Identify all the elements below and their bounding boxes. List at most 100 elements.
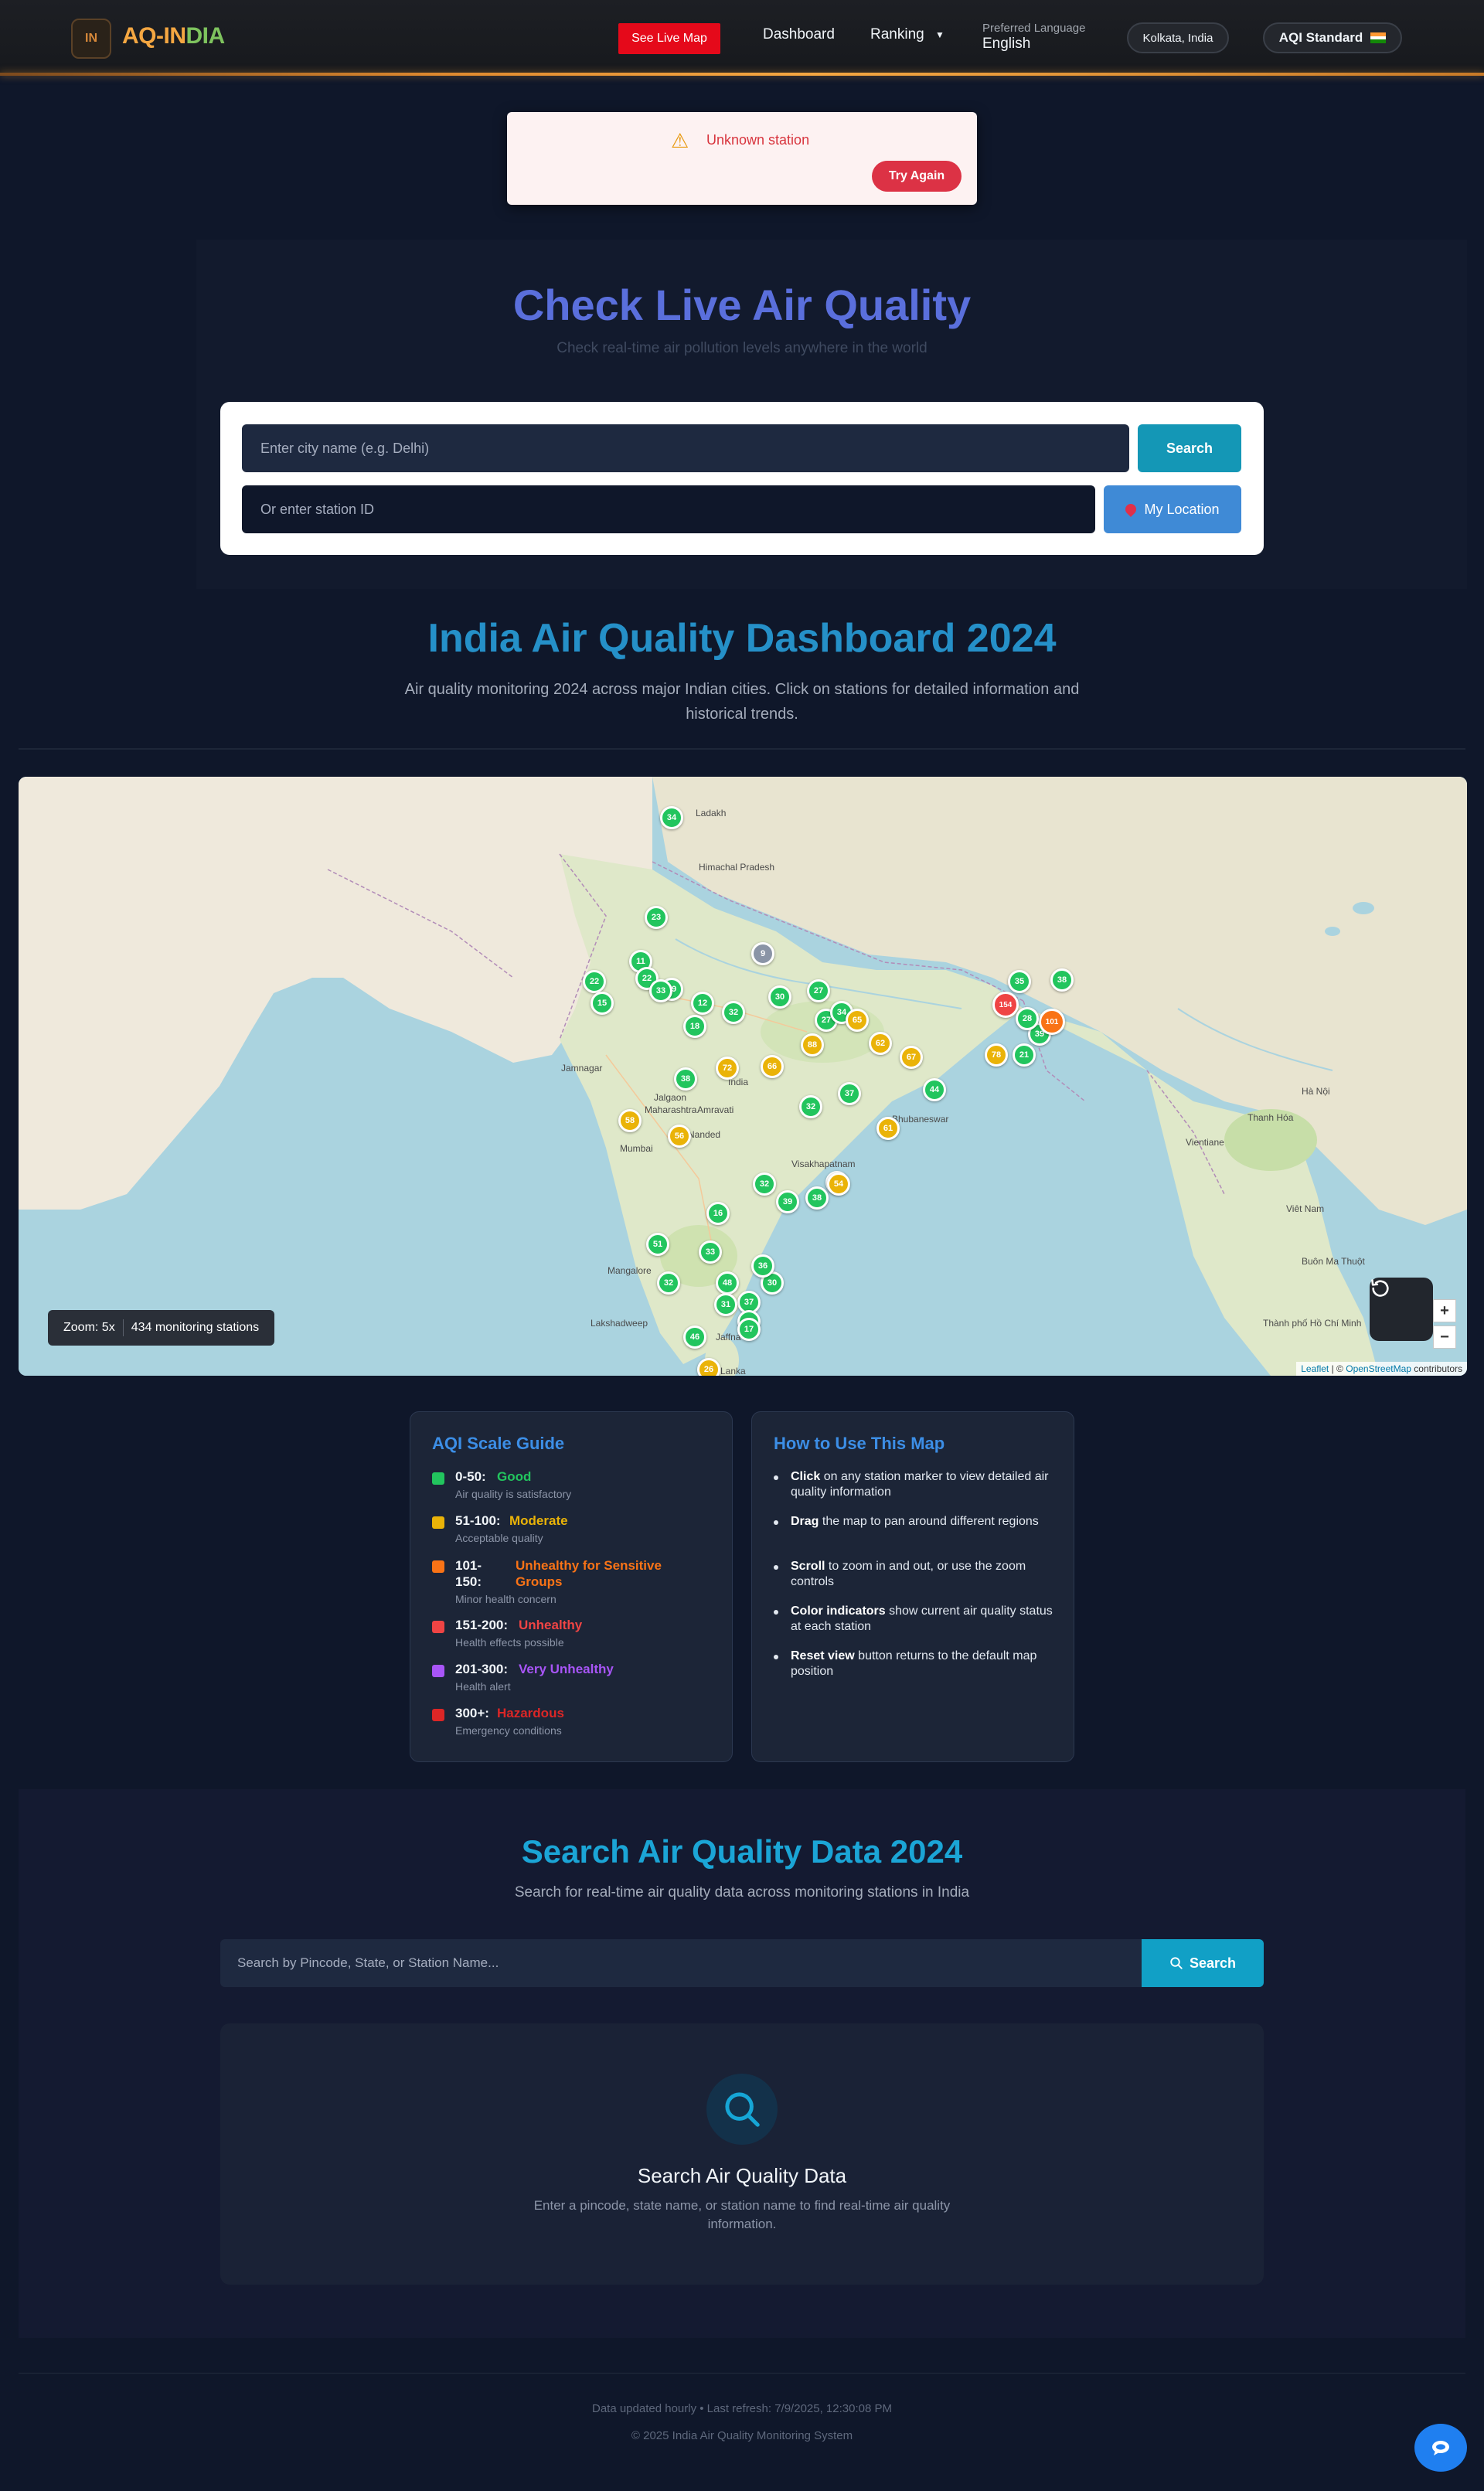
station-marker[interactable]: 62 [869, 1032, 892, 1055]
station-marker[interactable]: 38 [1050, 968, 1074, 992]
chat-bubble-icon [1432, 2441, 1449, 2455]
aqi-range: 101-150: [455, 1558, 482, 1589]
city-search-button[interactable]: Search [1138, 424, 1241, 472]
aqi-color-swatch [432, 1472, 444, 1485]
station-marker[interactable]: 27 [807, 979, 830, 1002]
chat-button[interactable] [1414, 2424, 1467, 2472]
see-live-map-button[interactable]: See Live Map [618, 23, 720, 54]
station-marker[interactable]: 33 [649, 979, 672, 1002]
aqi-range: 0-50: [455, 1469, 486, 1484]
aqi-color-swatch [432, 1516, 444, 1529]
station-marker[interactable]: 34 [660, 806, 683, 829]
station-marker[interactable]: 35 [1008, 970, 1031, 993]
station-marker[interactable]: 32 [753, 1172, 776, 1196]
station-marker[interactable]: 38 [805, 1186, 829, 1210]
station-marker[interactable]: 78 [985, 1043, 1008, 1067]
chevron-down-icon[interactable]: ▼ [935, 29, 945, 40]
station-marker[interactable]: 17 [737, 1318, 761, 1341]
aqi-description: Acceptable quality [455, 1532, 543, 1544]
map-label: Thanh Hóa [1247, 1112, 1294, 1123]
station-marker[interactable]: 36 [751, 1254, 774, 1278]
aqi-category: Very Unhealthy [519, 1662, 614, 1676]
how-to-text: the map to pan around different regions [819, 1515, 1039, 1528]
how-to-bold: Drag [791, 1515, 819, 1528]
zoom-in-button[interactable]: + [1433, 1299, 1456, 1322]
search-icon [1170, 1957, 1183, 1969]
aqi-standard-label: AQI Standard [1278, 30, 1363, 45]
station-marker[interactable]: 72 [716, 1057, 739, 1080]
station-marker[interactable]: 23 [645, 906, 668, 929]
station-marker[interactable]: 12 [691, 992, 714, 1015]
station-marker[interactable]: 39 [776, 1190, 799, 1213]
station-marker[interactable]: 44 [923, 1078, 946, 1101]
station-marker[interactable]: 101 [1039, 1009, 1065, 1035]
zoom-out-button[interactable]: − [1433, 1325, 1456, 1349]
station-marker[interactable]: 154 [992, 992, 1019, 1018]
aqi-scale-guide-card: AQI Scale Guide 0-50: Good Air quality i… [410, 1411, 733, 1762]
station-marker[interactable]: 67 [900, 1046, 923, 1069]
station-marker[interactable]: 32 [722, 1001, 745, 1024]
nav-link-ranking[interactable]: Ranking [870, 26, 924, 43]
station-marker[interactable]: 30 [768, 985, 791, 1009]
city-search-input[interactable]: Enter city name (e.g. Delhi) [242, 424, 1129, 472]
station-search-button[interactable]: Search [1142, 1939, 1264, 1987]
map-label: Buôn Ma Thuột [1302, 1256, 1365, 1267]
aqi-category: Moderate [509, 1513, 568, 1528]
reset-icon [1371, 1279, 1389, 1297]
aqi-color-swatch [432, 1709, 444, 1721]
station-marker[interactable]: 66 [761, 1055, 784, 1078]
station-marker[interactable]: 51 [646, 1233, 669, 1256]
station-marker[interactable]: 54 [827, 1172, 850, 1196]
station-marker[interactable]: 21 [1013, 1043, 1036, 1067]
station-marker[interactable]: 22 [583, 970, 606, 993]
station-marker[interactable]: 58 [618, 1109, 642, 1132]
aqi-standard-button[interactable]: AQI Standard [1263, 22, 1402, 53]
station-marker[interactable]: 31 [714, 1293, 737, 1316]
my-location-button[interactable]: My Location [1104, 485, 1241, 533]
aqi-range: 51-100: [455, 1513, 501, 1528]
station-marker[interactable]: 26 [697, 1358, 720, 1376]
station-marker[interactable]: 32 [657, 1271, 680, 1295]
map-label: Bhubaneswar [892, 1114, 949, 1125]
station-marker[interactable]: 48 [716, 1271, 739, 1295]
logo-text[interactable]: AQ-INDIA [122, 23, 225, 49]
station-marker[interactable]: 16 [706, 1202, 730, 1225]
leaflet-link[interactable]: Leaflet [1301, 1363, 1329, 1374]
station-marker[interactable]: 15 [591, 992, 614, 1015]
osm-link[interactable]: OpenStreetMap [1346, 1363, 1411, 1374]
map-label: Himachal Pradesh [699, 862, 775, 873]
station-marker[interactable]: 9 [751, 942, 774, 965]
station-marker[interactable]: 38 [674, 1067, 697, 1091]
station-marker[interactable]: 88 [801, 1033, 824, 1057]
location-pill[interactable]: Kolkata, India [1127, 22, 1229, 53]
station-marker[interactable]: 65 [846, 1009, 869, 1032]
language-select[interactable]: English [982, 36, 1030, 53]
search-empty-state-card [220, 2023, 1264, 2285]
station-marker[interactable]: 37 [838, 1082, 861, 1105]
logo-text-part1: AQ-IN [122, 23, 186, 49]
station-marker[interactable]: 18 [683, 1015, 706, 1038]
station-marker[interactable]: 56 [668, 1125, 691, 1148]
reset-view-button[interactable] [1370, 1278, 1433, 1341]
station-marker[interactable]: 33 [699, 1240, 722, 1264]
station-marker[interactable]: 46 [683, 1325, 706, 1349]
station-id-input[interactable]: Or enter station ID [242, 485, 1095, 533]
nav-link-dashboard[interactable]: Dashboard [763, 26, 835, 43]
aqi-category: Good [497, 1469, 532, 1484]
search-empty-description: Enter a pincode, state name, or station … [533, 2198, 951, 2231]
map-zoom-info: Zoom: 5x 434 monitoring stations [48, 1310, 275, 1346]
station-search-input[interactable]: Search by Pincode, State, or Station Nam… [220, 1939, 1142, 1987]
station-marker[interactable]: 28 [1016, 1007, 1039, 1030]
station-marker[interactable]: 32 [799, 1095, 822, 1118]
aqi-color-swatch [432, 1621, 444, 1633]
station-count-text: 434 monitoring stations [131, 1321, 260, 1334]
station-marker[interactable]: 61 [876, 1117, 900, 1140]
map-label: Jaffna [716, 1332, 741, 1342]
map-label: Mangalore [608, 1265, 652, 1276]
logo-icon[interactable]: IN [71, 19, 111, 59]
aqi-color-swatch [432, 1560, 444, 1573]
india-aqi-map[interactable]: Jamnagar Jalgaon Amravati Nanded Mumbai … [19, 777, 1467, 1376]
check-live-subtitle: Check real-time air pollution levels any… [556, 340, 928, 356]
footer-divider [19, 2373, 1465, 2374]
try-again-button[interactable]: Try Again [872, 161, 962, 192]
